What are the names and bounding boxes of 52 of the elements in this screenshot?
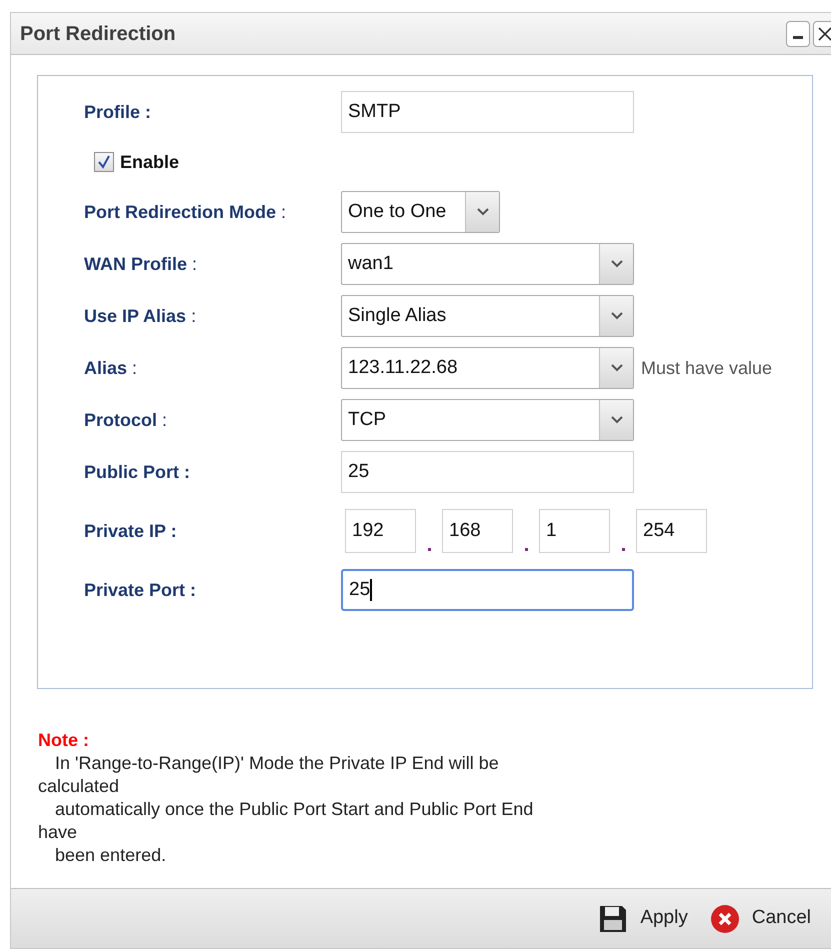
- caret-icon: [476, 208, 488, 216]
- checkbox-label: Enable: [120, 150, 180, 174]
- text-cursor: [370, 579, 372, 601]
- dot-separator-icon: [524, 548, 528, 551]
- field-label: Public Port :: [84, 460, 192, 484]
- caret-icon: [610, 312, 622, 320]
- dropdown-button[interactable]: [465, 192, 499, 232]
- dropdown-field[interactable]: 123.11.22.68: [341, 347, 634, 389]
- input-field[interactable]: 25: [341, 451, 634, 493]
- field-label: Profile :: [84, 100, 152, 124]
- close-button[interactable]: [813, 20, 831, 46]
- field-label: Private Port :: [84, 578, 198, 602]
- note-text: automatically once the Public Port Start and Public Port End: [54, 798, 534, 821]
- dropdown-button[interactable]: [599, 244, 633, 284]
- ip-octet-field[interactable]: 1: [539, 509, 610, 553]
- enable-checkbox[interactable]: [94, 152, 114, 172]
- field-label: Protocol :: [84, 408, 168, 432]
- minimize-button[interactable]: [786, 20, 810, 46]
- dropdown-field[interactable]: Single Alias: [341, 295, 634, 337]
- dropdown-field[interactable]: One to One: [341, 191, 500, 233]
- dropdown-field[interactable]: wan1: [341, 243, 634, 285]
- note-text: have: [38, 821, 78, 844]
- caret-icon: [610, 364, 622, 372]
- minimize-icon: [793, 36, 803, 39]
- ip-octet-field[interactable]: 254: [636, 509, 707, 553]
- close-icon: [818, 26, 831, 40]
- hint-text: Must have value: [641, 356, 772, 380]
- input-field[interactable]: SMTP: [341, 91, 634, 133]
- note-title: Note :: [38, 729, 90, 752]
- caret-icon: [610, 416, 622, 424]
- field-label: Use IP Alias :: [84, 304, 198, 328]
- field-label: Alias :: [84, 356, 138, 380]
- dot-separator-icon: [428, 548, 430, 551]
- window-title: Port Redirection: [20, 22, 176, 46]
- dot-separator-icon: [622, 548, 624, 551]
- apply-button[interactable]: Apply: [598, 904, 688, 934]
- input-field[interactable]: 25: [341, 569, 634, 611]
- ip-octet-field[interactable]: 168: [442, 509, 513, 553]
- dropdown-field[interactable]: TCP: [341, 399, 634, 441]
- ip-octet-field[interactable]: 192: [345, 509, 416, 553]
- dropdown-button[interactable]: [599, 296, 633, 336]
- note-text: been entered.: [54, 844, 168, 867]
- dropdown-button[interactable]: [599, 348, 633, 388]
- field-label: Port Redirection Mode :: [84, 200, 288, 224]
- field-label: Private IP :: [84, 520, 178, 542]
- caret-icon: [610, 260, 622, 268]
- note-text: In 'Range-to-Range(IP)' Mode the Private IP End will be: [54, 752, 500, 775]
- note-text: calculated: [38, 775, 120, 798]
- field-label: WAN Profile :: [84, 252, 198, 276]
- cancel-button[interactable]: Cancel: [710, 904, 811, 934]
- dropdown-button[interactable]: [599, 400, 633, 440]
- cancel-icon: [710, 904, 740, 934]
